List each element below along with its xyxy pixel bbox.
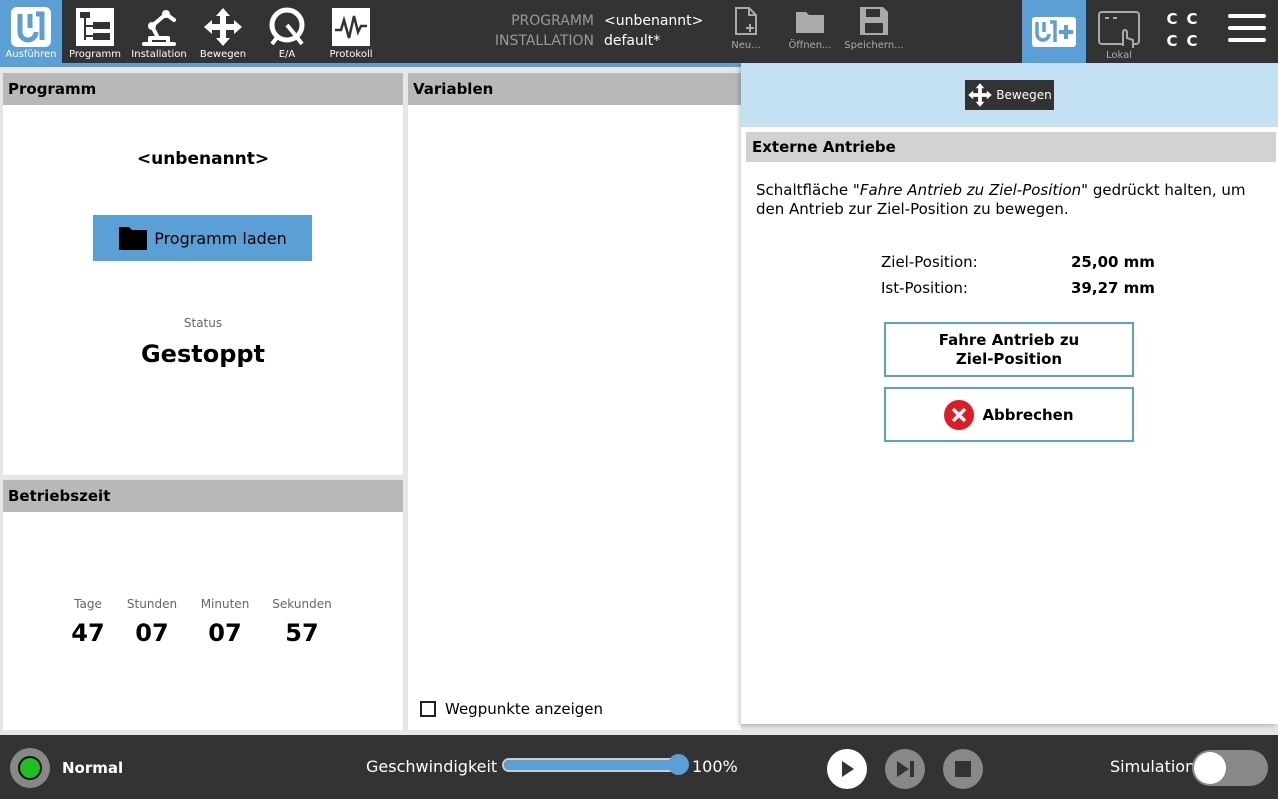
move-button[interactable]: Bewegen <box>965 80 1054 110</box>
status-value: Gestoppt <box>140 340 266 368</box>
instruction-text: Schaltfläche "Fahre Antrieb zu Ziel-Posi… <box>756 181 1246 218</box>
speed-slider-track[interactable] <box>502 758 680 772</box>
local-mode-button[interactable]: Lokal <box>1090 0 1148 63</box>
top-bar: Ausführen Programm Installation Bewegen … <box>0 0 1278 67</box>
play-icon <box>842 761 854 777</box>
open-button[interactable]: Öffnen... <box>780 6 840 51</box>
save-button[interactable]: Speichern... <box>844 6 904 51</box>
program-tree-icon <box>73 6 117 48</box>
stop-icon <box>955 761 971 777</box>
folder-icon <box>119 227 148 250</box>
move-arrows-icon <box>201 6 245 48</box>
runtime-minutes: Minuten 07 <box>200 597 250 647</box>
ur-plus-icon <box>1032 16 1076 47</box>
simulation-toggle[interactable] <box>1192 750 1268 786</box>
nav-tab-io[interactable]: E/A <box>256 0 318 63</box>
target-position-value: 25,00 mm <box>1071 253 1155 271</box>
external-drives-overlay: Bewegen Externe Antriebe Schaltfläche "F… <box>741 63 1278 724</box>
installation-value: default* <box>604 33 661 49</box>
actual-position-value: 39,27 mm <box>1071 279 1155 297</box>
nav-tab-move[interactable]: Bewegen <box>192 0 254 63</box>
status-label: Status <box>183 316 223 330</box>
nav-tab-log[interactable]: Protokoll <box>320 0 382 63</box>
cc-indicator: C C C C <box>1166 10 1198 50</box>
log-waveform-icon <box>329 6 373 48</box>
speed-slider-fill <box>504 760 678 770</box>
runtime-panel: Betriebszeit Tage 47 Stunden 07 Minuten … <box>3 480 403 730</box>
mode-label: Normal <box>62 759 124 777</box>
load-program-button[interactable]: Programm laden <box>93 215 312 261</box>
speed-slider-handle[interactable] <box>668 754 689 775</box>
ur-logo-icon <box>9 6 53 48</box>
program-panel: Programm <unbenannt> Programm laden Stat… <box>3 73 403 475</box>
program-key: PROGRAMM <box>511 13 594 29</box>
step-forward-icon <box>897 761 914 777</box>
overlay-top-band: Bewegen <box>741 63 1278 127</box>
runtime-seconds: Sekunden 57 <box>272 597 332 647</box>
new-file-icon <box>735 7 757 35</box>
external-drives-title: Externe Antriebe <box>746 132 1276 162</box>
program-value: <unbenannt> <box>604 13 704 29</box>
variables-panel: Variablen Wegpunkte anzeigen <box>408 73 741 730</box>
variables-panel-title: Variablen <box>408 73 741 105</box>
runtime-hours: Stunden 07 <box>126 597 178 647</box>
hamburger-menu-icon[interactable] <box>1228 14 1266 46</box>
speed-percent: 100% <box>692 757 738 776</box>
program-panel-title: Programm <box>3 73 403 105</box>
program-name: <unbenannt> <box>136 149 270 169</box>
new-button[interactable]: Neu... <box>716 6 776 51</box>
installation-key: INSTALLATION <box>494 33 594 49</box>
step-button[interactable] <box>885 749 925 789</box>
power-status-icon[interactable] <box>10 748 50 788</box>
actual-position-label: Ist-Position: <box>881 279 968 297</box>
io-icon <box>265 6 309 48</box>
robot-arm-icon <box>137 6 181 48</box>
simulation-label: Simulation <box>1110 757 1196 776</box>
nav-tab-run[interactable]: Ausführen <box>0 0 62 63</box>
tablet-touch-icon <box>1098 11 1140 48</box>
drive-to-target-button[interactable]: Fahre Antrieb zu Ziel-Position <box>884 322 1134 377</box>
move-arrows-icon <box>968 83 993 107</box>
show-waypoints-checkbox[interactable]: Wegpunkte anzeigen <box>420 700 603 718</box>
nav-tab-installation[interactable]: Installation <box>128 0 190 63</box>
stop-button[interactable] <box>943 749 983 789</box>
checkbox-box[interactable] <box>420 701 436 717</box>
urcaps-button[interactable] <box>1022 0 1086 63</box>
target-position-label: Ziel-Position: <box>881 253 978 271</box>
bottom-bar: Normal Geschwindigkeit 100% Simulation <box>0 735 1278 799</box>
folder-icon <box>796 12 824 33</box>
cancel-x-icon <box>944 399 975 430</box>
runtime-panel-title: Betriebszeit <box>3 480 403 512</box>
play-button[interactable] <box>827 749 867 789</box>
speed-label: Geschwindigkeit <box>366 757 498 776</box>
floppy-icon <box>860 7 888 35</box>
cancel-button[interactable]: Abbrechen <box>884 387 1134 442</box>
nav-tab-program[interactable]: Programm <box>64 0 126 63</box>
